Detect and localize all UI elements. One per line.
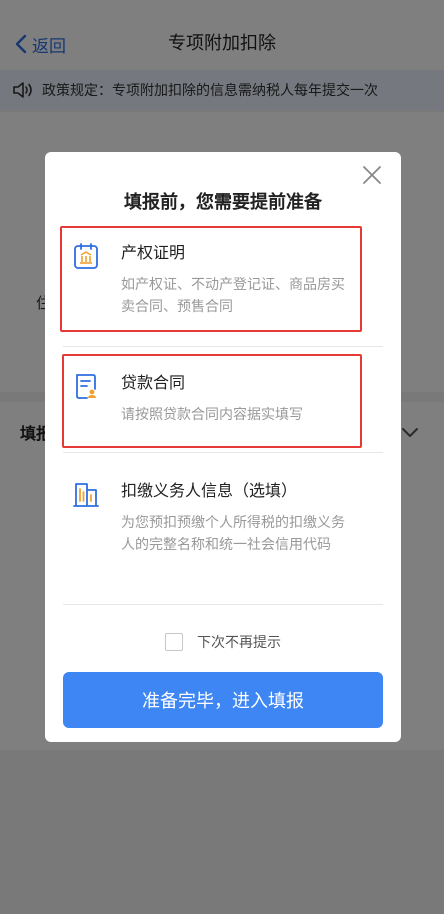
confirm-button[interactable]: 准备完毕，进入填报 xyxy=(63,672,383,728)
list-item: 贷款合同 请按照贷款合同内容据实填写 xyxy=(63,370,383,440)
divider xyxy=(63,452,383,453)
dont-show-again-row[interactable]: 下次不再提示 xyxy=(45,630,401,654)
close-icon[interactable] xyxy=(361,164,383,186)
dialog-title: 填报前，您需要提前准备 xyxy=(124,192,322,213)
item-title: 产权证明 xyxy=(121,243,186,262)
list-item: 产权证明 如产权证、不动产登记证、商品房买卖合同、预售合同 xyxy=(63,240,383,330)
divider xyxy=(63,346,383,347)
item-description: 如产权证、不动产登记证、商品房买卖合同、预售合同 xyxy=(121,277,345,315)
item-description: 请按照贷款合同内容据实填写 xyxy=(121,407,303,423)
item-title: 贷款合同 xyxy=(121,373,186,392)
building-certificate-icon xyxy=(74,243,98,269)
list-item: 扣缴义务人信息（选填） 为您预扣预缴个人所得税的扣缴义务人的完整名称和统一社会信… xyxy=(63,478,383,588)
item-title: 扣缴义务人信息（选填） xyxy=(121,481,298,500)
item-description: 为您预扣预缴个人所得税的扣缴义务人的完整名称和统一社会信用代码 xyxy=(121,515,345,553)
preparation-dialog: 填报前，您需要提前准备 产权证明 如产权证、不动产登记证、商品房买卖合同、预售合… xyxy=(45,152,401,742)
office-building-icon xyxy=(73,483,99,507)
divider xyxy=(63,604,383,605)
loan-contract-icon xyxy=(76,374,96,399)
dont-show-again-label: 下次不再提示 xyxy=(197,635,281,651)
dont-show-again-checkbox[interactable] xyxy=(165,633,183,651)
